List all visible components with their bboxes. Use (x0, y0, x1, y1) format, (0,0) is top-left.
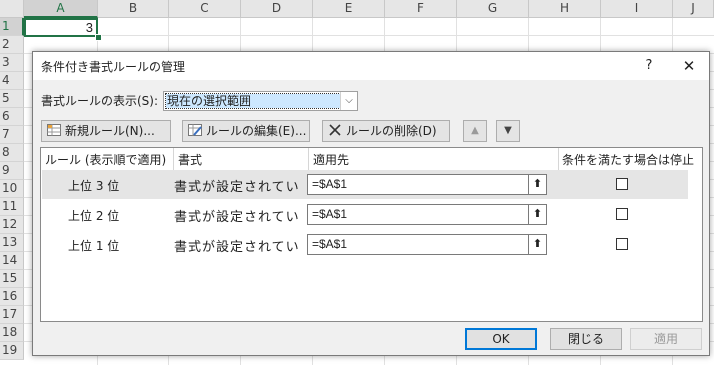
applies-to-input[interactable]: =$A$1 (307, 174, 547, 195)
rules-scope-value: 現在の選択範囲 (165, 93, 341, 109)
rules-scope-dropdown[interactable]: 現在の選択範囲 ⌵ (163, 91, 358, 111)
column-divider[interactable] (173, 148, 174, 170)
ok-button[interactable]: OK (465, 328, 537, 350)
row-header-18[interactable]: 18 (0, 324, 24, 342)
rule-format-preview: 書式が設定されてい (174, 210, 300, 225)
range-select-icon[interactable]: ⬆ (528, 235, 546, 254)
close-button[interactable]: 閉じる (550, 328, 622, 350)
select-all-corner[interactable] (0, 0, 24, 18)
dialog-title: 条件付き書式ルールの管理 (41, 60, 186, 74)
row-header-8[interactable]: 8 (0, 144, 24, 162)
move-up-button[interactable]: ▲ (463, 120, 487, 142)
dialog-titlebar: 条件付き書式ルールの管理 ? ✕ (33, 52, 709, 80)
applies-to-value: =$A$1 (312, 237, 348, 251)
edit-rule-label: ルールの編集(E)... (206, 124, 307, 138)
rules-table: ルール (表示順で適用) 書式 適用先 条件を満たす場合は停止 上位 3 位 書… (40, 147, 703, 322)
range-select-icon[interactable]: ⬆ (528, 205, 546, 224)
help-button[interactable]: ? (639, 56, 659, 76)
edit-rule-icon (187, 122, 203, 142)
header-rule: ルール (表示順で適用) (45, 153, 167, 167)
chevron-down-icon[interactable]: ⌵ (340, 92, 357, 110)
rules-table-header: ルール (表示順で適用) 書式 適用先 条件を満たす場合は停止 (41, 148, 702, 170)
applies-to-value: =$A$1 (312, 177, 348, 191)
arrow-down-icon: ▼ (504, 125, 512, 136)
stop-if-true-checkbox[interactable] (616, 208, 628, 220)
arrow-up-icon: ▲ (471, 125, 479, 136)
show-rules-label: 書式ルールの表示(S): (41, 94, 159, 108)
new-rule-icon (46, 122, 62, 142)
column-header-a[interactable]: A (24, 0, 98, 18)
rule-name: 上位 3 位 (68, 179, 120, 193)
row-header-15[interactable]: 15 (0, 270, 24, 288)
row-header-10[interactable]: 10 (0, 180, 24, 198)
applies-to-input[interactable]: =$A$1 (307, 204, 547, 225)
new-rule-label: 新規ルール(N)... (65, 124, 155, 138)
column-header-j[interactable]: J (673, 0, 714, 18)
gridline (24, 35, 714, 36)
row-header-16[interactable]: 16 (0, 288, 24, 306)
column-header-i[interactable]: I (601, 0, 673, 18)
conditional-formatting-dialog: 条件付き書式ルールの管理 ? ✕ 書式ルールの表示(S): 現在の選択範囲 ⌵ … (32, 51, 710, 356)
rule-row[interactable]: 上位 3 位 書式が設定されてい =$A$1 ⬆ (42, 170, 688, 199)
stop-if-true-checkbox[interactable] (616, 238, 628, 250)
row-header-5[interactable]: 5 (0, 90, 24, 108)
row-header-11[interactable]: 11 (0, 198, 24, 216)
header-stop-if-true: 条件を満たす場合は停止 (562, 153, 695, 167)
stop-if-true-checkbox[interactable] (616, 178, 628, 190)
rules-toolbar: 新規ルール(N)... ルールの編集(E)... ルールの削除(D) ▲ ▼ (39, 115, 687, 145)
column-divider[interactable] (308, 148, 309, 170)
row-header-12[interactable]: 12 (0, 216, 24, 234)
column-header-e[interactable]: E (313, 0, 385, 18)
row-header-14[interactable]: 14 (0, 252, 24, 270)
apply-button[interactable]: 適用 (630, 328, 702, 350)
new-rule-button[interactable]: 新規ルール(N)... (41, 120, 171, 142)
range-select-icon[interactable]: ⬆ (528, 175, 546, 194)
header-applies-to: 適用先 (313, 153, 350, 167)
rule-format-preview: 書式が設定されてい (174, 240, 300, 255)
column-header-h[interactable]: H (529, 0, 601, 18)
rule-row[interactable]: 上位 1 位 書式が設定されてい =$A$1 ⬆ (42, 230, 688, 259)
header-format: 書式 (178, 153, 203, 167)
delete-x-icon (327, 122, 343, 142)
rule-name: 上位 2 位 (68, 209, 120, 223)
close-icon[interactable]: ✕ (677, 56, 701, 76)
rule-row[interactable]: 上位 2 位 書式が設定されてい =$A$1 ⬆ (42, 200, 688, 229)
row-header-9[interactable]: 9 (0, 162, 24, 180)
row-header-2[interactable]: 2 (0, 36, 24, 54)
applies-to-input[interactable]: =$A$1 (307, 234, 547, 255)
edit-rule-button[interactable]: ルールの編集(E)... (182, 120, 310, 142)
delete-rule-button[interactable]: ルールの削除(D) (322, 120, 450, 142)
row-header-13[interactable]: 13 (0, 234, 24, 252)
row-header-6[interactable]: 6 (0, 108, 24, 126)
column-header-f[interactable]: F (385, 0, 457, 18)
rule-name: 上位 1 位 (68, 239, 120, 253)
row-header-3[interactable]: 3 (0, 54, 24, 72)
row-header-7[interactable]: 7 (0, 126, 24, 144)
rule-format-preview: 書式が設定されてい (174, 180, 300, 195)
active-cell-a1[interactable]: 3 (24, 18, 98, 37)
row-header-4[interactable]: 4 (0, 72, 24, 90)
move-down-button[interactable]: ▼ (496, 120, 520, 142)
column-header-b[interactable]: B (98, 0, 169, 18)
row-header-19[interactable]: 19 (0, 342, 24, 360)
row-header-17[interactable]: 17 (0, 306, 24, 324)
column-divider[interactable] (558, 148, 559, 170)
delete-rule-label: ルールの削除(D) (346, 124, 437, 138)
row-header-1[interactable]: 1 (0, 18, 24, 36)
fill-handle[interactable] (95, 34, 102, 41)
column-header-g[interactable]: G (457, 0, 529, 18)
column-header-c[interactable]: C (169, 0, 241, 18)
applies-to-value: =$A$1 (312, 207, 348, 221)
column-header-d[interactable]: D (241, 0, 313, 18)
